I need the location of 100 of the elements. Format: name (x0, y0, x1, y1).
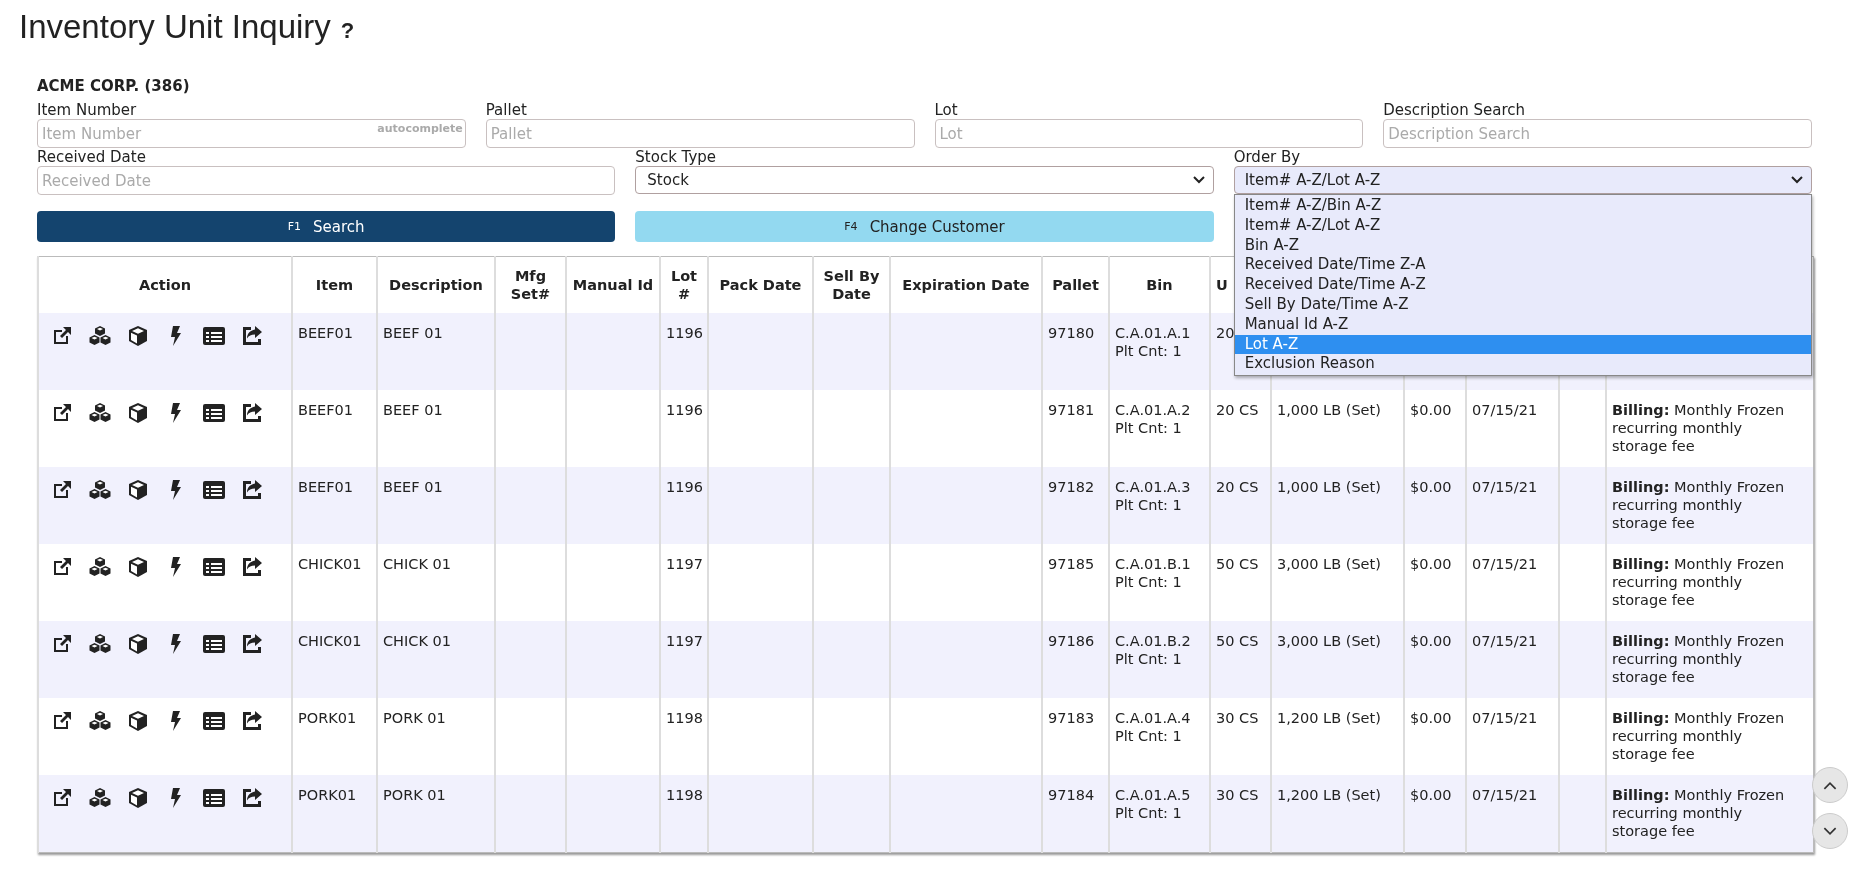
table-cell: 97180 (1048, 325, 1095, 341)
table-cell: 1196 (666, 479, 703, 495)
scroll-down-button[interactable] (1812, 813, 1848, 849)
cubes-icon[interactable] (88, 324, 112, 348)
list-icon[interactable] (202, 632, 226, 656)
cubes-icon[interactable] (88, 786, 112, 810)
dropdown-option[interactable]: Item# A-Z/Bin A-Z (1234, 196, 1811, 216)
share-icon[interactable] (240, 786, 264, 810)
stock-type-select[interactable]: Stock (635, 166, 1214, 194)
dropdown-option[interactable]: Item# A-Z/Lot A-Z (1234, 215, 1811, 236)
cubes-icon[interactable] (88, 401, 112, 425)
table-cell: CHICK01 (298, 556, 362, 572)
chevron-down-icon (1823, 826, 1837, 836)
dropdown-option[interactable]: Received Date/Time A-Z (1234, 275, 1811, 295)
table-cell: $0.00 (1410, 402, 1452, 418)
pallet-field[interactable]: Pallet (485, 119, 915, 148)
table-cell-text: C.A.01.B.2 (1115, 632, 1192, 650)
cubes-icon[interactable] (88, 478, 112, 502)
billing-note: Billing: Monthly Frozen recurring monthly storage fee (1612, 478, 1786, 532)
dropdown-option[interactable]: Bin A-Z (1234, 235, 1811, 256)
table-cell-text: C.A.01.A.3 (1115, 478, 1192, 496)
lot-field[interactable]: Lot (934, 119, 1364, 148)
list-icon[interactable] (202, 401, 226, 425)
table-cell: $0.00 (1410, 633, 1452, 649)
table-cell-text: Plt Cnt: 1 (1115, 650, 1183, 668)
list-icon[interactable] (202, 324, 226, 348)
table-cell: 50 CS (1216, 633, 1259, 649)
table-cell: 97182 (1048, 479, 1095, 495)
table-cell: 1196 (666, 325, 703, 341)
table-cell-text: Plt Cnt: 1 (1115, 496, 1183, 514)
received-date-field[interactable]: Received Date (37, 166, 616, 195)
table-cell: PORK 01 (383, 710, 446, 726)
cubes-icon[interactable] (88, 632, 112, 656)
order-by-select[interactable]: Item# A-Z/Lot A-Z (1233, 166, 1812, 194)
chevron-up-icon (1823, 780, 1837, 790)
table-cell: 97184 (1048, 787, 1095, 803)
list-icon[interactable] (202, 478, 226, 502)
cubes-icon[interactable] (88, 555, 112, 579)
table-cell: CHICK01 (298, 633, 362, 649)
cube-icon[interactable] (126, 555, 150, 579)
billing-note: Billing: Monthly Frozen recurring monthly storage fee (1612, 632, 1786, 686)
dropdown-option[interactable]: Received Date/Time Z-A (1234, 255, 1811, 276)
dropdown-option[interactable]: Exclusion Reason (1234, 354, 1811, 375)
column-header: U (1216, 277, 1228, 293)
scroll-up-button[interactable] (1812, 767, 1848, 803)
table-cell: 20 (1216, 325, 1235, 341)
cube-icon[interactable] (126, 786, 150, 810)
list-icon[interactable] (202, 786, 226, 810)
cube-icon[interactable] (126, 324, 150, 348)
cube-icon[interactable] (126, 401, 150, 425)
table-cell-text: C.A.01.A.1 (1115, 324, 1192, 342)
field-label: Item Number (37, 101, 138, 119)
page-title: Inventory Unit Inquiry (19, 8, 331, 46)
table-cell: BEEF 01 (383, 325, 443, 341)
column-header: Item (315, 277, 354, 293)
share-icon[interactable] (240, 709, 264, 733)
table-cell: 3,000 LB (Set) (1277, 556, 1381, 572)
cube-icon[interactable] (126, 632, 150, 656)
description-search-field[interactable]: Description Search (1383, 119, 1812, 148)
search-button[interactable]: F1 Search (37, 211, 616, 242)
column-header: Sell By Date (823, 268, 880, 302)
table-cell-text: C.A.01.A.4 (1115, 709, 1192, 727)
table-cell: PORK01 (298, 787, 357, 803)
column-header: Lot # (670, 268, 698, 302)
share-icon[interactable] (240, 632, 264, 656)
share-icon[interactable] (240, 401, 264, 425)
customer-name: ACME CORP. (386) (37, 77, 191, 97)
cube-icon[interactable] (126, 709, 150, 733)
field-label: Lot (934, 101, 959, 119)
dropdown-option[interactable]: Manual Id A-Z (1234, 314, 1811, 335)
table-cell: 30 CS (1216, 710, 1259, 726)
dropdown-option[interactable]: Sell By Date/Time A-Z (1234, 295, 1811, 315)
column-header: Pallet (1052, 277, 1099, 293)
column-header: Pack Date (719, 277, 802, 293)
change-customer-button[interactable]: F4 Change Customer (635, 211, 1214, 242)
table-cell: 1,000 LB (Set) (1277, 402, 1381, 418)
table-cell: 1197 (666, 633, 703, 649)
table-cell: BEEF01 (298, 402, 354, 418)
table-cell: 07/15/21 (1472, 402, 1538, 418)
cubes-icon[interactable] (88, 709, 112, 733)
table-cell: 1,200 LB (Set) (1277, 710, 1381, 726)
table-cell: CHICK 01 (383, 556, 451, 572)
help-link[interactable]: ? (340, 18, 355, 44)
table-cell: 20 CS (1216, 479, 1259, 495)
list-icon[interactable] (202, 555, 226, 579)
table-cell: $0.00 (1410, 479, 1452, 495)
table-cell-text: Plt Cnt: 1 (1115, 342, 1183, 360)
column-header: Expiration Date (902, 277, 1030, 293)
share-icon[interactable] (240, 478, 264, 502)
list-icon[interactable] (202, 709, 226, 733)
table-cell: 07/15/21 (1472, 633, 1538, 649)
cube-icon[interactable] (126, 478, 150, 502)
table-cell: PORK 01 (383, 787, 446, 803)
table-cell: $0.00 (1410, 556, 1452, 572)
table-cell: CHICK 01 (383, 633, 451, 649)
table-cell-text: Plt Cnt: 1 (1115, 573, 1183, 591)
table-cell: 97186 (1048, 633, 1095, 649)
share-icon[interactable] (240, 555, 264, 579)
share-icon[interactable] (240, 324, 264, 348)
field-label: Received Date (37, 148, 147, 166)
